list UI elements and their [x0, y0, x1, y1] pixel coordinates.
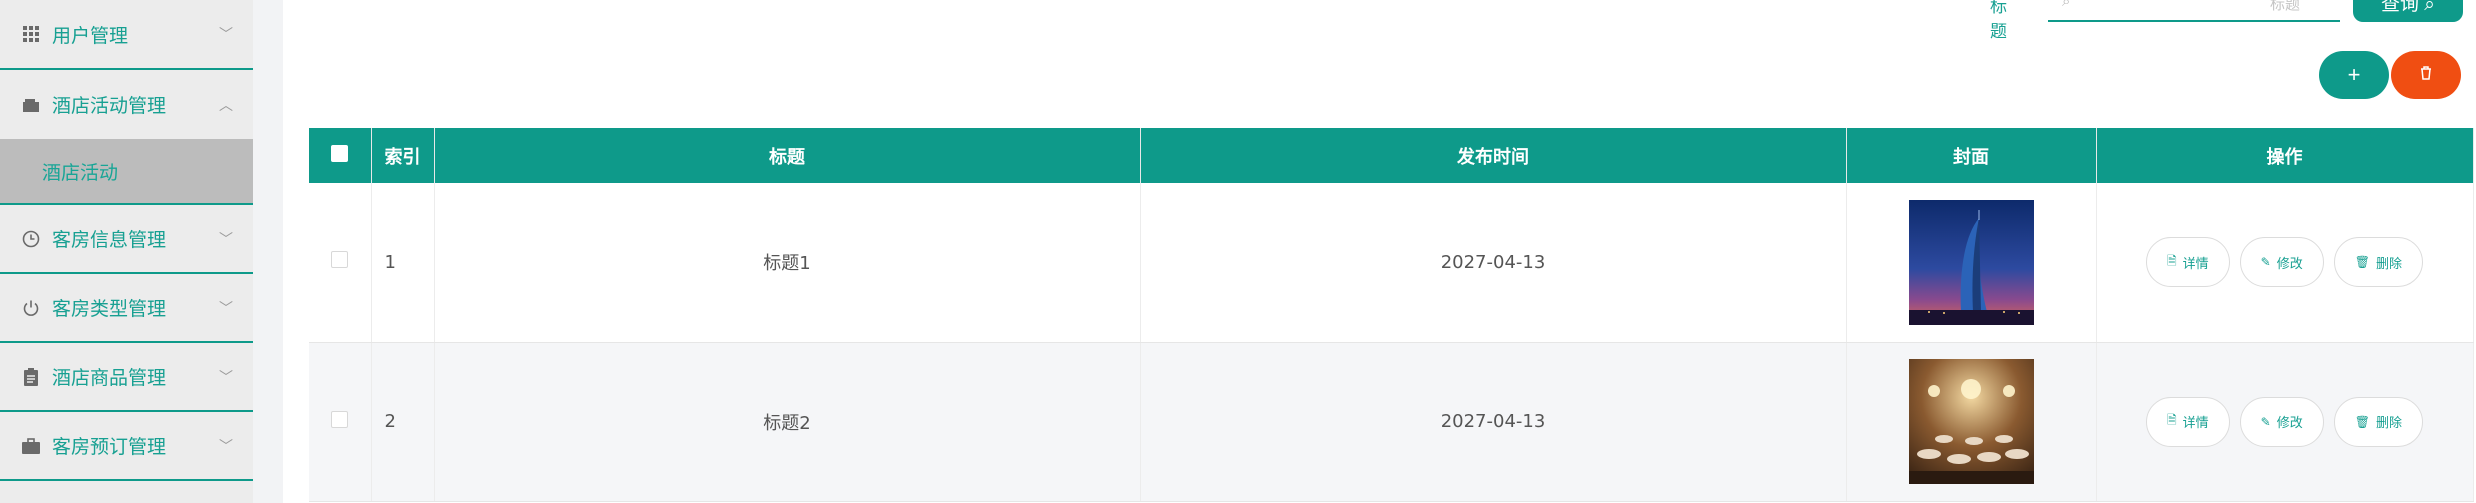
- sidebar-item-room-type-management[interactable]: 客房类型管理 ﹀: [0, 274, 253, 343]
- row-title: 标题1: [434, 183, 1141, 343]
- chevron-down-icon: ﹀: [219, 27, 233, 43]
- search-input[interactable]: [2048, 0, 2340, 22]
- edit-button[interactable]: ✎ 修改: [2239, 237, 2324, 288]
- sidebar-item-label: 用户管理: [52, 24, 129, 47]
- delete-label: 删除: [2375, 415, 2402, 430]
- sidebar-gutter: [253, 0, 283, 503]
- sidebar-item-hotel-goods-management[interactable]: 酒店商品管理 ﹀: [0, 343, 253, 412]
- row-actions: 🗎 详情 ✎ 修改 🗑 删除: [2097, 396, 2473, 447]
- chevron-down-icon: ﹀: [219, 231, 233, 248]
- detail-button[interactable]: 🗎 详情: [2146, 396, 2230, 447]
- clipboard-icon: [22, 367, 40, 386]
- pencil-icon: ✎: [2260, 414, 2271, 429]
- chevron-down-icon: ﹀: [219, 438, 233, 455]
- pencil-icon: ✎: [2260, 255, 2271, 270]
- edit-button[interactable]: ✎ 修改: [2239, 396, 2324, 447]
- briefcase-icon: [22, 437, 40, 455]
- data-table: 索引 标题 发布时间 封面 操作 1 标题1 2027-04-13 🗎 详情 ✎…: [309, 128, 2474, 502]
- sidebar: 用户管理 ﹀ 酒店活动管理 ︿ 酒店活动 客房信息管理 ﹀ 客房类型管理 ﹀ 酒…: [0, 0, 253, 503]
- column-header-actions: 操作: [2096, 128, 2474, 183]
- trash-icon: 🗑: [2354, 414, 2370, 429]
- sidebar-item-label: 客房类型管理: [52, 298, 167, 320]
- add-button[interactable]: +: [2319, 51, 2389, 99]
- table-row: 1 标题1 2027-04-13 🗎 详情 ✎ 修改 🗑 删除: [309, 183, 2474, 343]
- document-icon: 🗎: [2167, 413, 2177, 427]
- search-icon: ⌕: [2062, 0, 2071, 10]
- cover-image: [1908, 199, 2034, 325]
- sidebar-item-label: 酒店商品管理: [52, 367, 167, 389]
- sidebar-item-label: 客房预订管理: [52, 436, 167, 458]
- grid-icon: [22, 25, 40, 43]
- row-date: 2027-04-13: [1140, 342, 1847, 502]
- batch-delete-button[interactable]: [2391, 51, 2461, 99]
- edit-label: 修改: [2276, 255, 2303, 271]
- delete-label: 删除: [2375, 255, 2402, 271]
- sidebar-item-label: 客房信息管理: [52, 229, 167, 251]
- row-index: 1: [371, 183, 435, 343]
- column-header-index: 索引: [371, 128, 435, 183]
- chevron-up-icon: ︿: [219, 97, 233, 114]
- delete-button[interactable]: 🗑 删除: [2333, 396, 2423, 447]
- row-actions: 🗎 详情 ✎ 修改 🗑 删除: [2097, 237, 2473, 288]
- column-header-title: 标题: [434, 128, 1141, 183]
- row-checkbox[interactable]: [331, 251, 349, 269]
- row-checkbox[interactable]: [331, 410, 349, 428]
- select-all-header[interactable]: [309, 128, 372, 183]
- detail-label: 详情: [2182, 255, 2209, 271]
- trash-icon: [2420, 65, 2432, 85]
- delete-button[interactable]: 🗑 删除: [2333, 237, 2423, 288]
- column-header-cover: 封面: [1846, 128, 2097, 183]
- detail-label: 详情: [2182, 415, 2209, 430]
- table-header-row: 索引 标题 发布时间 封面 操作: [309, 128, 2474, 183]
- edit-label: 修改: [2276, 415, 2303, 430]
- trash-icon: 🗑: [2354, 255, 2370, 270]
- wallet-icon: [22, 96, 40, 114]
- sidebar-item-hotel-activity-management[interactable]: 酒店活动管理 ︿: [0, 70, 253, 139]
- column-header-publish-time: 发布时间: [1140, 128, 1847, 183]
- row-title: 标题2: [434, 342, 1141, 502]
- chevron-down-icon: ﹀: [219, 369, 233, 386]
- detail-button[interactable]: 🗎 详情: [2146, 237, 2230, 288]
- sidebar-item-room-info-management[interactable]: 客房信息管理 ﹀: [0, 205, 253, 274]
- chevron-down-icon: ﹀: [219, 300, 233, 317]
- document-icon: 🗎: [2167, 253, 2177, 268]
- search-label: 标题: [1990, 0, 2007, 42]
- sidebar-item-label: 酒店活动管理: [52, 95, 167, 117]
- cover-image: [1908, 359, 2034, 484]
- sidebar-subitem-hotel-activity[interactable]: 酒店活动: [0, 139, 253, 205]
- sidebar-item-user-management[interactable]: 用户管理 ﹀: [0, 0, 253, 70]
- query-button[interactable]: 查询 ⌕: [2353, 0, 2463, 22]
- row-index: 2: [371, 342, 435, 502]
- clock-icon: [22, 230, 40, 248]
- sidebar-item-room-booking-management[interactable]: 客房预订管理 ﹀: [0, 412, 253, 481]
- select-all-checkbox[interactable]: [331, 144, 349, 162]
- power-icon: [22, 299, 40, 317]
- table-row: 2 标题2 2027-04-13 🗎 详情 ✎ 修改 🗑 删除: [309, 342, 2474, 502]
- row-date: 2027-04-13: [1140, 183, 1847, 343]
- sidebar-subitem-label: 酒店活动: [42, 161, 119, 184]
